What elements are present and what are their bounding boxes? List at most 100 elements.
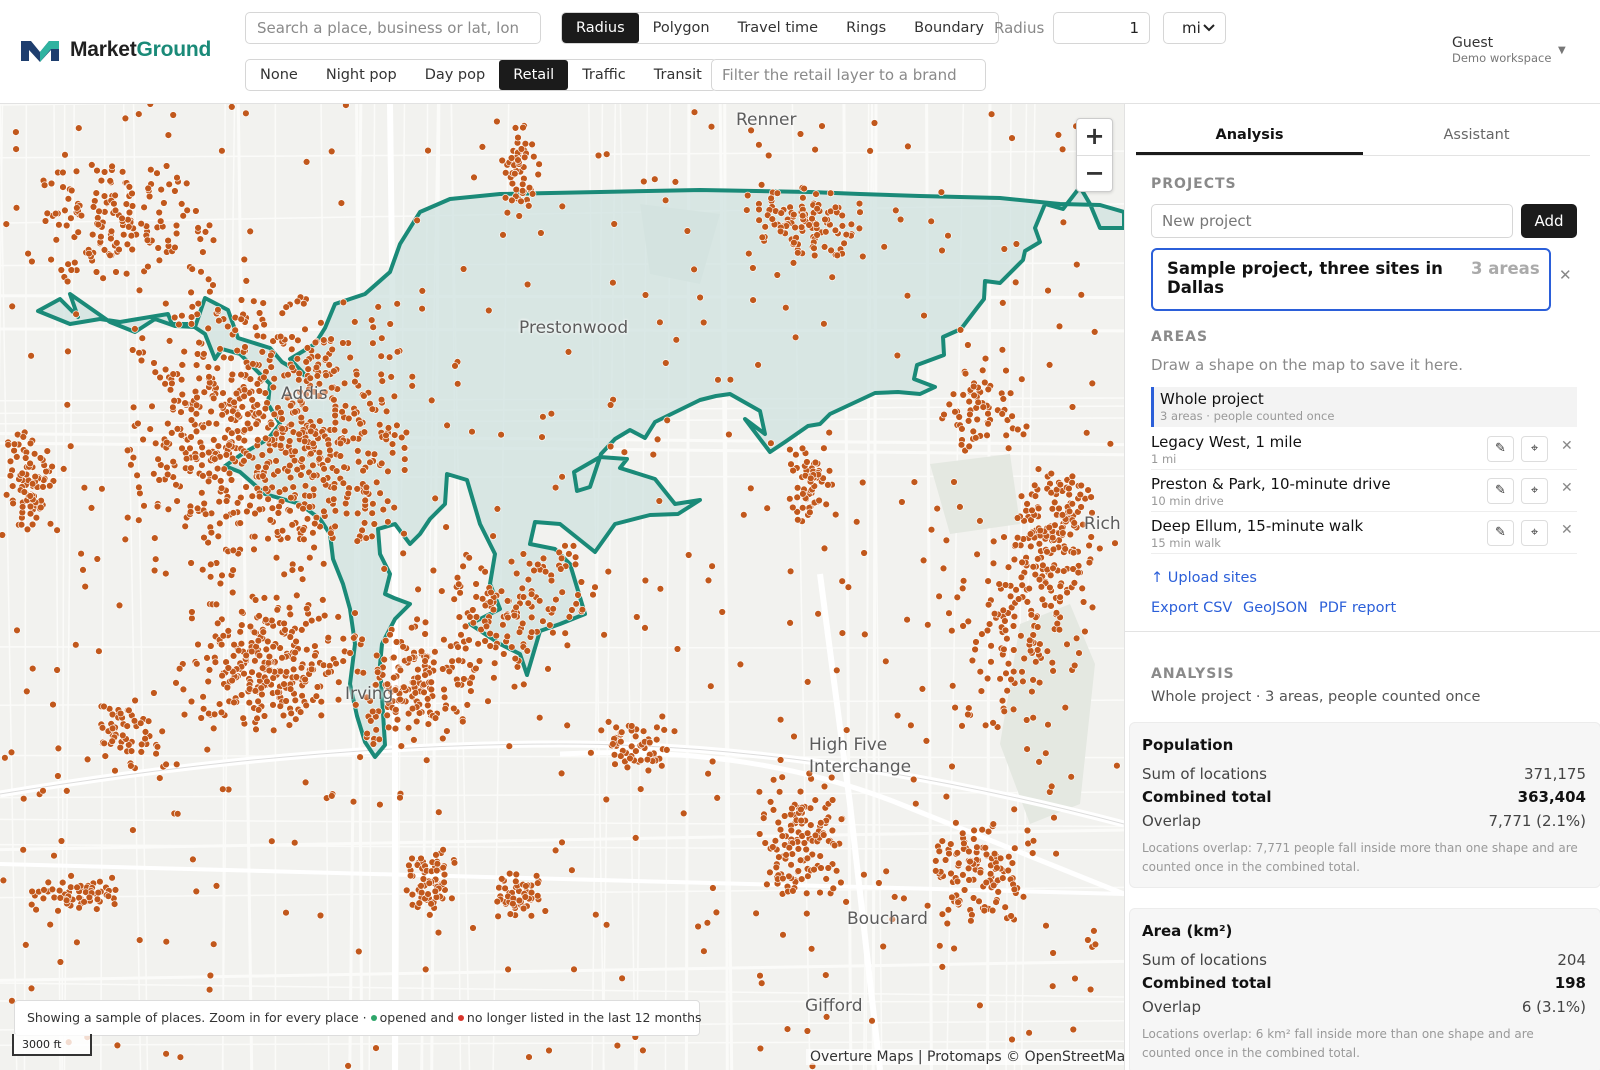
tab-assistant[interactable]: Assistant xyxy=(1363,116,1590,155)
place-marker xyxy=(806,508,814,516)
map-canvas[interactable]: Renner Prestonwood Addis Rich High Five … xyxy=(0,104,1124,1070)
mode-radius[interactable]: Radius xyxy=(562,13,639,43)
place-marker xyxy=(1055,504,1063,513)
close-icon[interactable]: ✕ xyxy=(1561,480,1573,496)
geojson-link[interactable]: GeoJSON xyxy=(1243,600,1308,616)
close-icon[interactable]: ✕ xyxy=(1561,438,1573,454)
place-marker xyxy=(217,708,226,717)
place-marker xyxy=(380,565,388,573)
locate-icon[interactable]: ⌖ xyxy=(1521,478,1548,504)
place-marker xyxy=(225,469,234,477)
add-project-button[interactable]: Add xyxy=(1521,204,1577,238)
place-marker xyxy=(339,479,348,487)
place-marker xyxy=(200,350,208,358)
place-marker xyxy=(255,387,263,395)
close-icon[interactable]: ✕ xyxy=(1559,266,1572,284)
place-marker xyxy=(983,674,992,683)
close-icon[interactable]: ✕ xyxy=(1561,522,1573,538)
place-marker xyxy=(188,265,196,273)
area-legacy-west[interactable]: Legacy West, 1 mile 1 mi ✎ ⌖ ✕ xyxy=(1151,430,1577,470)
place-marker xyxy=(937,188,946,196)
place-marker xyxy=(1009,622,1018,630)
map-label-addison: Addis xyxy=(281,384,328,404)
place-marker xyxy=(813,231,821,239)
place-marker xyxy=(429,566,438,575)
place-marker xyxy=(519,593,528,601)
place-marker xyxy=(206,971,215,980)
place-marker xyxy=(231,326,239,334)
map-attribution[interactable]: Overture Maps | Protomaps © OpenStreetMa… xyxy=(806,1049,1139,1065)
place-marker xyxy=(788,804,796,813)
place-marker xyxy=(170,397,178,405)
edit-icon[interactable]: ✎ xyxy=(1487,520,1514,546)
edit-icon[interactable]: ✎ xyxy=(1487,436,1514,462)
place-marker xyxy=(425,879,433,887)
mode-polygon[interactable]: Polygon xyxy=(639,13,724,43)
upload-sites-link[interactable]: ↑ Upload sites xyxy=(1151,570,1257,586)
place-marker xyxy=(807,821,815,829)
place-marker xyxy=(755,830,764,838)
place-marker xyxy=(1068,500,1077,508)
place-marker xyxy=(289,665,298,674)
place-marker xyxy=(498,875,506,883)
user-menu[interactable]: Guest Demo workspace xyxy=(1452,35,1551,65)
pdf-report-link[interactable]: PDF report xyxy=(1319,600,1396,616)
app-logo[interactable]: MarketGround xyxy=(18,36,211,64)
mode-travel-time[interactable]: Travel time xyxy=(724,13,832,43)
place-marker xyxy=(537,229,545,237)
zoom-out-button[interactable]: − xyxy=(1077,155,1112,191)
area-deep-ellum[interactable]: Deep Ellum, 15-minute walk 15 min walk ✎… xyxy=(1151,514,1577,554)
radius-input[interactable] xyxy=(1053,12,1150,44)
area-preston-park[interactable]: Preston & Park, 10-minute drive 10 min d… xyxy=(1151,472,1577,512)
tab-analysis[interactable]: Analysis xyxy=(1136,116,1363,155)
unit-select[interactable]: mi xyxy=(1163,12,1226,44)
search-input[interactable] xyxy=(245,12,541,44)
place-marker xyxy=(383,711,391,719)
place-marker xyxy=(387,373,395,381)
place-marker xyxy=(893,711,902,720)
user-menu-chevron-icon[interactable]: ▼ xyxy=(1558,45,1566,56)
place-marker xyxy=(571,560,580,569)
mode-boundary[interactable]: Boundary xyxy=(900,13,998,43)
place-marker xyxy=(1039,561,1047,569)
place-marker xyxy=(27,352,35,360)
place-marker xyxy=(564,348,573,356)
layer-night-pop[interactable]: Night pop xyxy=(312,60,411,90)
place-marker xyxy=(587,749,595,757)
place-marker xyxy=(1000,645,1008,653)
population-card: Population Sum of locations 371,175 Combi… xyxy=(1129,722,1600,888)
area-whole-project[interactable]: Whole project 3 areas · people counted o… xyxy=(1151,387,1577,427)
place-marker xyxy=(182,455,191,463)
area-name: Deep Ellum, 15-minute walk xyxy=(1151,517,1364,535)
place-marker xyxy=(1075,649,1083,657)
locate-icon[interactable]: ⌖ xyxy=(1521,436,1548,462)
place-marker xyxy=(504,613,512,622)
layer-transit[interactable]: Transit xyxy=(640,60,716,90)
place-marker xyxy=(572,600,580,608)
place-marker xyxy=(570,965,578,973)
place-marker xyxy=(311,642,319,650)
place-marker xyxy=(423,756,431,764)
place-marker xyxy=(251,687,260,695)
layer-traffic[interactable]: Traffic xyxy=(568,60,640,90)
place-marker xyxy=(787,810,795,819)
layer-retail[interactable]: Retail xyxy=(499,60,569,90)
place-marker xyxy=(28,887,36,896)
project-card[interactable]: Sample project, three sites in Dallas 3 … xyxy=(1151,248,1551,311)
place-marker xyxy=(339,657,347,665)
layer-none[interactable]: None xyxy=(246,60,312,90)
place-marker xyxy=(855,199,864,208)
edit-icon[interactable]: ✎ xyxy=(1487,478,1514,504)
layer-day-pop[interactable]: Day pop xyxy=(411,60,500,90)
map-svg[interactable] xyxy=(0,104,1124,1070)
brand-filter-input[interactable] xyxy=(711,59,986,91)
locate-icon[interactable]: ⌖ xyxy=(1521,520,1548,546)
mode-rings[interactable]: Rings xyxy=(832,13,900,43)
place-marker xyxy=(338,408,346,416)
place-marker xyxy=(507,557,516,566)
new-project-input[interactable] xyxy=(1151,204,1513,238)
export-csv-link[interactable]: Export CSV xyxy=(1151,600,1232,616)
place-marker xyxy=(319,661,328,669)
place-marker xyxy=(568,866,576,874)
zoom-in-button[interactable]: + xyxy=(1077,119,1112,155)
